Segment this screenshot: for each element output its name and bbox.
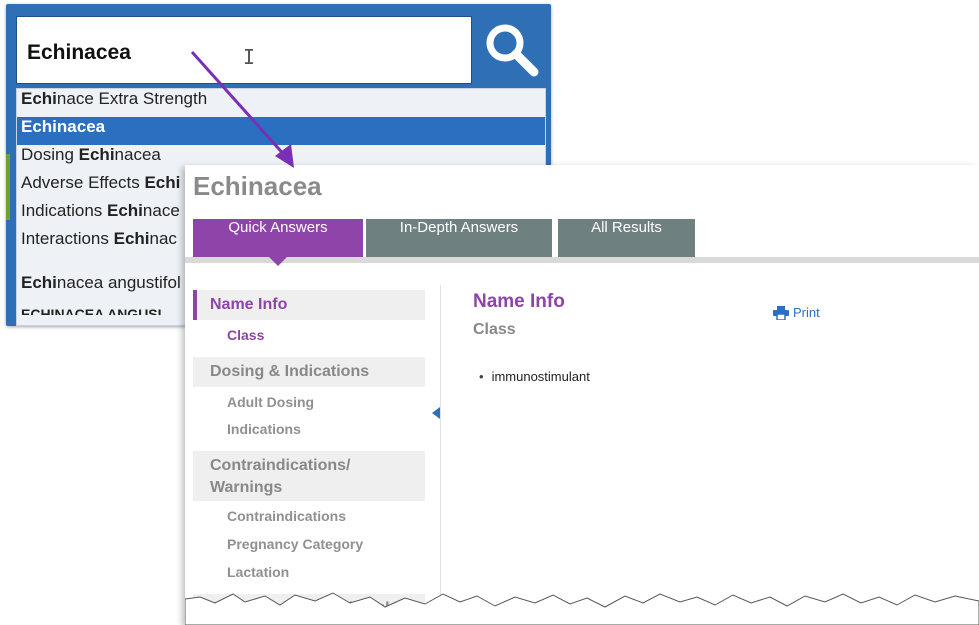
nav-class[interactable]: Class	[227, 327, 264, 343]
drug-title: Echinacea	[193, 171, 322, 201]
content-heading: Name Info	[473, 291, 565, 312]
nav-adult-dosing[interactable]: Adult Dosing	[227, 394, 314, 410]
collapse-nav-icon[interactable]	[432, 407, 440, 419]
drug-info-panel: Echinacea Quick Answers In-Depth Answers…	[185, 165, 979, 625]
tab-quick-answers[interactable]: Quick Answers	[193, 219, 363, 257]
suggestion-item[interactable]: Echinace Extra Strength	[17, 89, 545, 117]
search-button[interactable]	[476, 14, 546, 84]
search-input[interactable]: Echinacea I	[16, 16, 472, 84]
content-subheading: Class	[473, 321, 516, 338]
active-tab-pointer	[269, 257, 287, 266]
search-query-text: Echinacea	[27, 41, 131, 64]
nav-indications[interactable]: Indications	[227, 421, 301, 437]
nav-name-info[interactable]: Name Info	[193, 290, 425, 320]
class-value: immunostimulant	[479, 369, 590, 384]
print-label: Print	[793, 305, 820, 320]
green-indicator	[6, 154, 10, 220]
print-link[interactable]: Print	[773, 305, 820, 320]
nav-pregnancy-category[interactable]: Pregnancy Category	[227, 536, 363, 552]
magnifier-icon	[486, 24, 539, 77]
nav-dosing-indications[interactable]: Dosing & Indications	[193, 357, 425, 387]
text-cursor-icon: I	[243, 45, 256, 69]
nav-lactation[interactable]: Lactation	[227, 564, 289, 580]
nav-contra-line2: Warnings	[210, 479, 283, 496]
nav-divider	[440, 285, 441, 625]
nav-contraindications[interactable]: Contraindications	[227, 508, 346, 524]
tab-all-results[interactable]: All Results	[558, 219, 695, 257]
nav-contra-line1: Contraindications/	[210, 457, 351, 474]
suggestion-item-selected[interactable]: Echinacea	[17, 117, 545, 145]
tab-underline	[185, 257, 979, 263]
torn-edge	[185, 592, 979, 625]
nav-contraindications-warnings[interactable]: Contraindications/ Warnings	[193, 451, 425, 501]
tab-in-depth-answers[interactable]: In-Depth Answers	[366, 219, 552, 257]
printer-icon	[773, 305, 789, 320]
